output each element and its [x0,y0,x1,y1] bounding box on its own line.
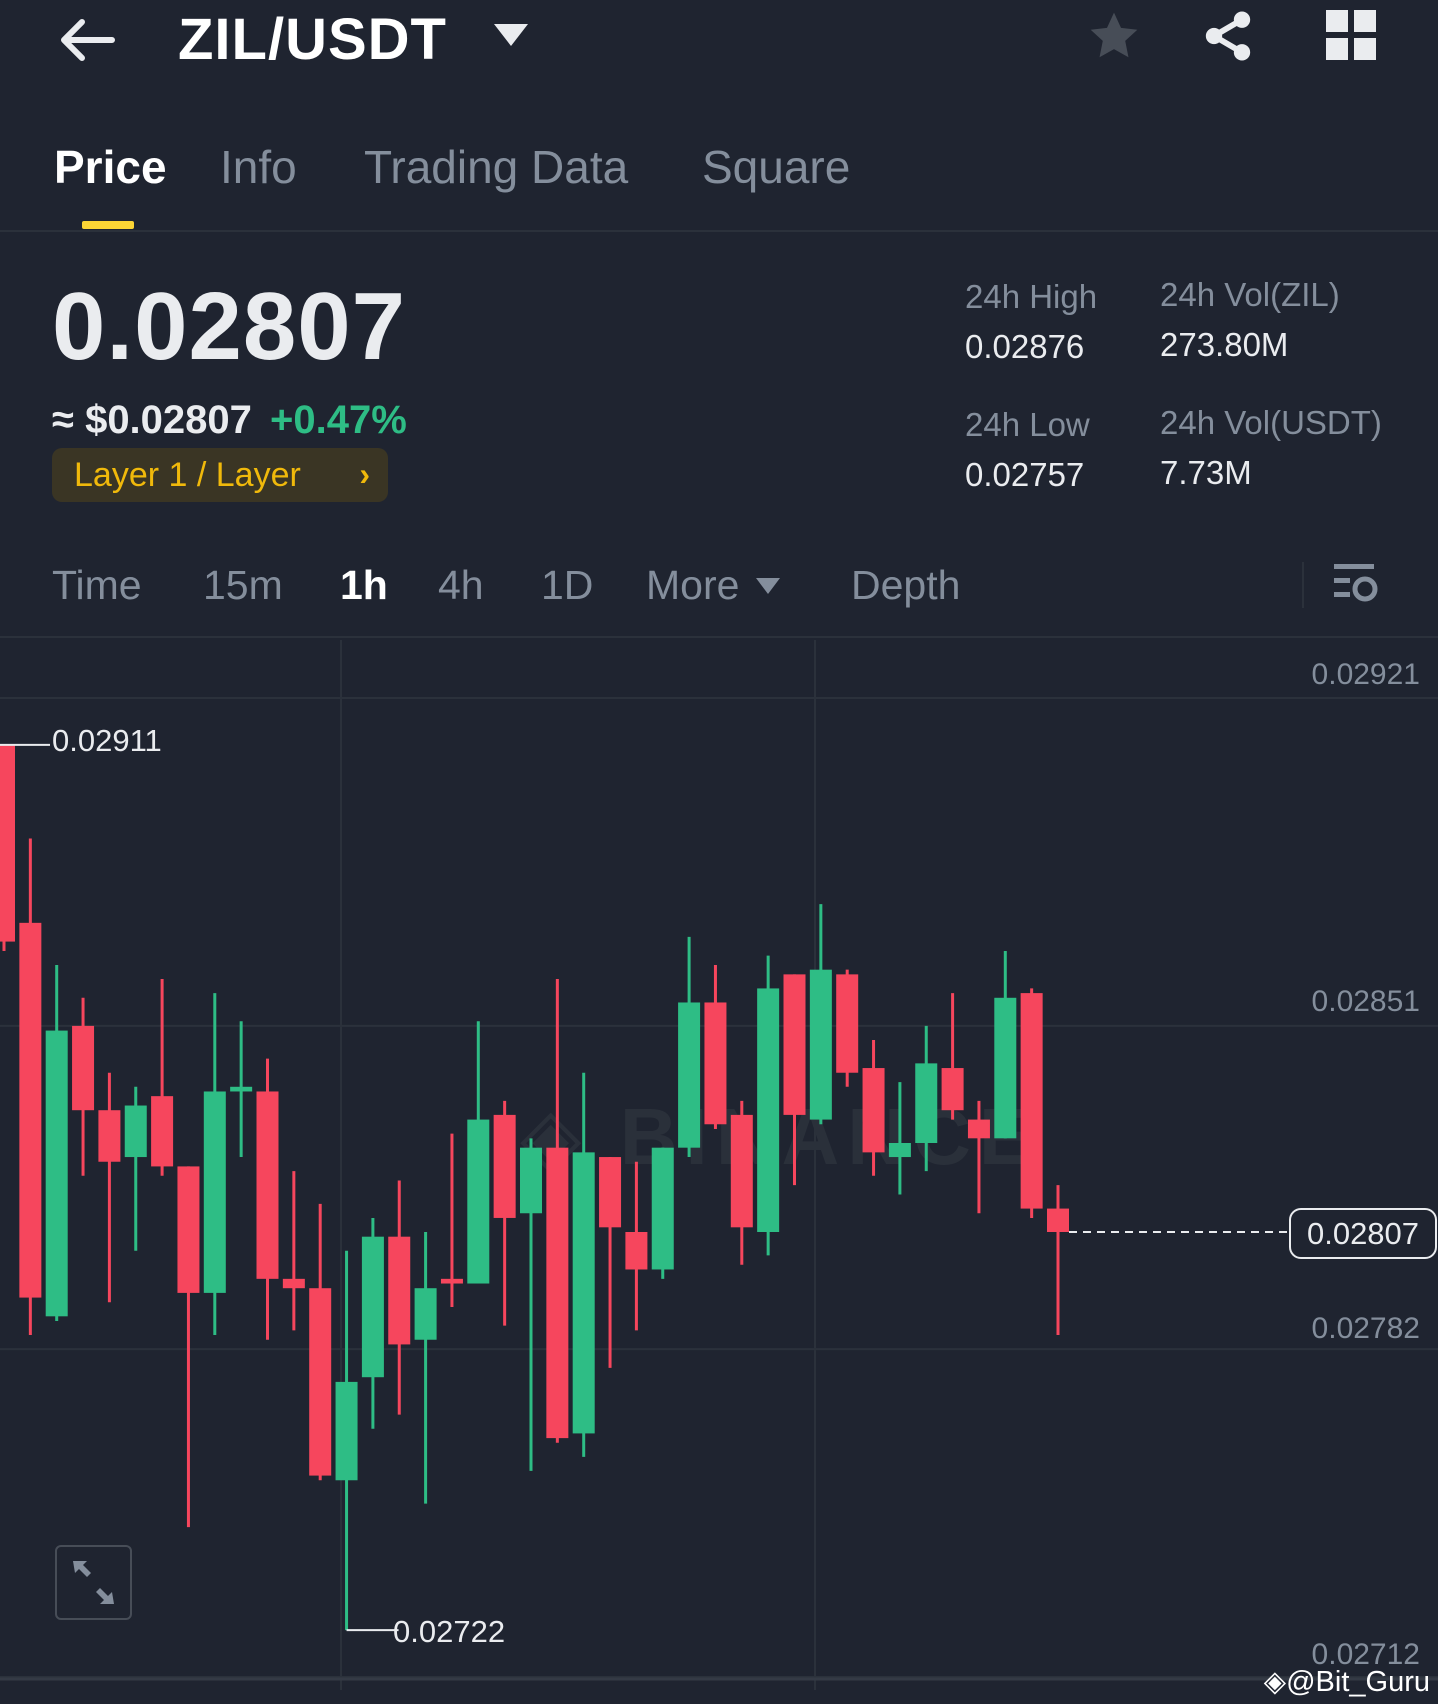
tab-trading-data[interactable]: Trading Data [364,140,628,194]
candle-body [493,1114,516,1218]
author-watermark-text: @Bit_Guru [1286,1666,1430,1698]
price-change: +0.47% [270,398,407,442]
chart-settings-button[interactable] [1334,562,1378,611]
candle-body [335,1381,358,1481]
interval-1d[interactable]: 1D [541,562,593,609]
interval-15m[interactable]: 15m [203,562,283,609]
candle-body [888,1143,911,1158]
candle-body [704,1002,727,1125]
candle-body [1047,1208,1069,1232]
more-dropdown-icon[interactable] [756,578,780,599]
candle-body [72,1025,95,1111]
candle-body [388,1236,411,1345]
vol-quote-label: 24h Vol(USDT) [1160,404,1382,441]
candle-body [967,1119,990,1139]
candle-body [124,1105,147,1158]
last-price: 0.02807 [52,273,407,380]
layout-button[interactable] [1326,10,1376,65]
pair-title[interactable]: ZIL/USDT [178,6,447,73]
depth-tab[interactable]: Depth [851,562,960,609]
candle-body [994,997,1017,1139]
current-price-label: 0.02807 [1289,1208,1437,1259]
candle-body [809,969,832,1120]
vol-base-label: 24h Vol(ZIL) [1160,276,1340,313]
interval-4h[interactable]: 4h [438,562,484,609]
tab-price[interactable]: Price [54,140,167,194]
sector-tag[interactable]: Layer 1 / Layer › [52,448,388,502]
low-value: 0.02757 [965,456,1085,493]
active-tab-indicator [82,221,134,229]
share-button[interactable] [1200,8,1256,69]
interval-more[interactable]: More [646,562,739,609]
candle-body [440,1278,463,1284]
candle-body [572,1152,595,1434]
favorite-button[interactable] [1086,8,1142,69]
candle-body [599,1157,622,1228]
max-price-marker: 0.02911 [52,723,162,758]
settings-icon [1334,564,1378,602]
candle-body [915,1063,938,1143]
candle-body [19,922,42,1298]
candle-body [862,1068,885,1153]
back-arrow-icon [61,19,115,61]
vol-quote-value: 7.73M [1160,454,1252,491]
grid-icon [1326,10,1376,60]
y-tick-label: 0.02782 [1311,1312,1420,1345]
candle-body [467,1119,490,1284]
candle-body [282,1278,305,1289]
candle-body [45,1030,68,1317]
back-button[interactable] [56,14,120,66]
diamond-icon: ◈ [1263,1666,1287,1698]
high-value: 0.02876 [965,328,1085,365]
candle-body [730,1114,753,1228]
author-watermark: ◈@Bit_Guru [1264,1664,1430,1699]
candle-body [309,1288,332,1476]
candle-body [651,1147,674,1270]
usd-price: ≈ $0.02807 [52,398,252,442]
candle-body [836,974,859,1073]
star-icon [1090,12,1138,58]
candle-body [1020,993,1043,1209]
candle-body [414,1288,437,1340]
interval-time[interactable]: Time [52,562,142,609]
tab-info[interactable]: Info [220,140,297,194]
share-icon [1205,11,1251,61]
candle-body [783,974,806,1115]
candle-body [230,1086,253,1092]
pair-dropdown-icon[interactable] [494,24,528,46]
candle-body [757,988,780,1232]
candle-body [546,1147,569,1439]
candlestick-chart[interactable] [0,640,1438,1704]
interval-1h[interactable]: 1h [340,562,388,609]
min-price-marker: 0.02722 [393,1614,506,1649]
expand-icon [73,1561,114,1604]
candle-body [0,744,15,942]
candle-body [625,1232,648,1270]
sector-tag-label: Layer 1 / Layer [74,455,301,494]
high-label: 24h High [965,278,1098,315]
candle-body [678,1002,701,1148]
tab-square[interactable]: Square [702,140,850,194]
candle-body [361,1236,384,1378]
fullscreen-button[interactable] [55,1545,132,1620]
candle-body [177,1166,200,1293]
chart-top-divider [0,636,1438,638]
candle-body [256,1091,279,1279]
candle-body [151,1096,174,1167]
y-tick-label: 0.02921 [1311,658,1420,691]
interval-divider [1302,562,1304,608]
candle-body [98,1110,121,1162]
chevron-right-icon: › [359,456,370,492]
candle-body [203,1091,226,1293]
tabs-divider [0,230,1438,232]
vol-base-value: 273.80M [1160,326,1289,363]
candle-body [520,1147,542,1214]
y-tick-label: 0.02851 [1311,985,1420,1018]
low-label: 24h Low [965,406,1090,443]
candle-body [941,1068,964,1111]
